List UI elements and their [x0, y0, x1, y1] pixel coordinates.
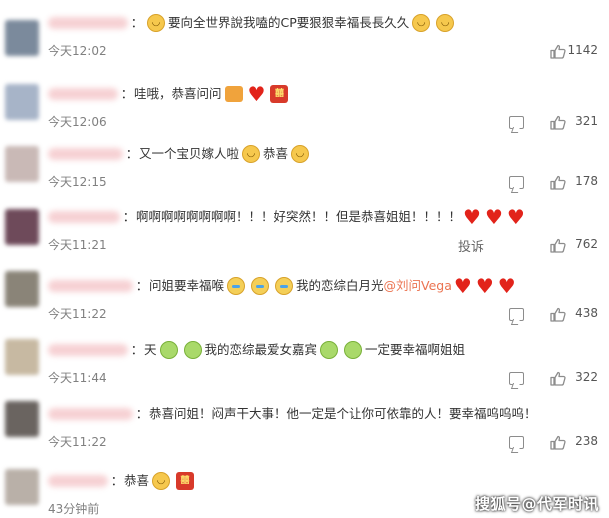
watermark: 搜狐号@代军时讯 — [474, 495, 599, 513]
comment-text: ：恭喜问姐！闷声干大事！他一定是个让你可依靠的人！要幸福呜呜呜！ — [135, 403, 537, 425]
crying-face-emoji-icon — [251, 277, 270, 295]
green-face-emoji-icon — [183, 341, 202, 359]
avatar[interactable] — [5, 469, 39, 505]
username-blurred[interactable] — [48, 408, 133, 420]
comment-text: ：啊啊啊啊啊啊啊啊！！！好突然！！但是恭喜姐姐！！！！ ♥ ♥ ♥ — [122, 206, 527, 228]
like-count: 762 — [575, 237, 598, 251]
comment-body: 啊啊啊啊啊啊啊啊！！！好突然！！但是恭喜姐姐！！！！ — [136, 209, 462, 224]
like-count: 238 — [575, 434, 598, 448]
comment-text: ：问姐要幸福喉 我的恋综白月光 @刘问Vega ♥ ♥ ♥ — [135, 275, 518, 297]
gift-emoji-icon — [224, 86, 243, 102]
avatar[interactable] — [5, 20, 39, 56]
comment-icon[interactable] — [509, 308, 524, 321]
timestamp: 今天12:02 — [48, 44, 107, 58]
comment-item: ：又一个宝贝嫁人啦 ◡ 恭喜 ◡ 今天12:15 178 — [0, 138, 609, 198]
smiley-emoji-icon: ◡ — [412, 14, 431, 32]
avatar[interactable] — [5, 401, 39, 437]
avatar[interactable] — [5, 146, 39, 182]
green-face-emoji-icon — [344, 341, 363, 359]
timestamp: 今天11:22 — [48, 435, 107, 449]
timestamp: 今天11:21 — [48, 238, 107, 252]
like-count: 322 — [575, 370, 598, 384]
comment-item: ：啊啊啊啊啊啊啊啊！！！好突然！！但是恭喜姐姐！！！！ ♥ ♥ ♥ 今天11:21 投诉 7… — [0, 201, 609, 261]
username-blurred[interactable] — [48, 88, 118, 100]
mention-link: @刘问Vega — [383, 278, 452, 293]
smiley-emoji-icon: ◡ — [152, 472, 171, 490]
avatar[interactable] — [5, 209, 39, 245]
colon-separator: ： — [110, 473, 124, 488]
comment-body-continued: 恭喜 — [263, 146, 289, 161]
comment-item: ：哇哦，恭喜问问 ♥ 囍今天12:06 321 — [0, 76, 609, 136]
username-blurred[interactable] — [48, 148, 123, 160]
smiley-emoji-icon: ◡ — [147, 14, 165, 32]
comment-body: 天 — [144, 342, 157, 357]
crying-face-emoji-icon — [275, 277, 294, 295]
comment-icon[interactable] — [509, 176, 524, 189]
smiley-emoji-icon: ◡ — [291, 145, 310, 163]
username-blurred[interactable] — [48, 211, 120, 223]
colon-separator: ： — [130, 15, 144, 30]
comment-body-continued: 我的恋综白月光 — [296, 278, 384, 293]
smiley-emoji-icon: ◡ — [436, 14, 455, 32]
comment-body: 又一个宝贝嫁人啦 — [139, 146, 240, 161]
comment-body-continued: 我的恋综最爱女嘉宾 — [204, 342, 318, 357]
comment-text: ：哇哦，恭喜问问 ♥ 囍 — [120, 83, 291, 105]
colon-separator: ： — [125, 146, 139, 161]
colon-separator: ： — [122, 209, 136, 224]
colon-separator: ： — [135, 406, 149, 421]
comment-text: ：又一个宝贝嫁人啦 ◡ 恭喜 ◡ — [125, 143, 312, 165]
green-face-emoji-icon — [320, 341, 339, 359]
username-blurred[interactable] — [48, 17, 128, 29]
colon-separator: ： — [120, 86, 134, 101]
heart-emoji-icon: ♥ — [463, 205, 481, 229]
like-count: 178 — [575, 174, 598, 188]
colon-separator: ： — [130, 342, 144, 357]
timestamp: 今天11:22 — [48, 307, 107, 321]
comment-icon[interactable] — [509, 116, 524, 129]
comment-body: 恭喜 — [124, 473, 150, 488]
comment-body: 哇哦，恭喜问问 — [134, 86, 222, 101]
timestamp: 今天12:15 — [48, 175, 107, 189]
heart-emoji-icon: ♥ — [475, 274, 494, 298]
colon-separator: ： — [135, 278, 149, 293]
avatar[interactable] — [5, 339, 39, 375]
timestamp: 今天11:44 — [48, 371, 107, 385]
avatar[interactable] — [5, 84, 39, 120]
comment-body: 恭喜问姐！闷声干大事！他一定是个让你可依靠的人！要幸福呜呜呜！ — [149, 406, 537, 421]
comment-icon[interactable] — [509, 436, 524, 449]
username-blurred[interactable] — [48, 280, 133, 292]
crying-face-emoji-icon — [227, 277, 246, 295]
red-packet-emoji-icon: 囍 — [176, 472, 195, 490]
comment-text: ：恭喜 ◡ 囍 — [110, 470, 197, 492]
timestamp: 43分钟前 — [48, 502, 100, 516]
comment-text: ： ◡ 要向全世界說我嗑的CP要狠狠幸福長長久久 ◡ ◡ — [130, 12, 457, 34]
report-link[interactable]: 投诉 — [458, 236, 484, 255]
comment-icon[interactable] — [509, 372, 524, 385]
smiley-emoji-icon: ◡ — [242, 145, 261, 163]
username-blurred[interactable] — [48, 475, 108, 487]
username-blurred[interactable] — [48, 344, 128, 356]
comment-list: ： ◡ 要向全世界說我嗑的CP要狠狠幸福長長久久 ◡ ◡ 今天12:02 1142：哇哦，恭… — [0, 0, 609, 518]
like-count: 438 — [575, 306, 598, 320]
comment-item: ：恭喜问姐！闷声干大事！他一定是个让你可依靠的人！要幸福呜呜呜！ 今天11:22 2… — [0, 393, 609, 453]
heart-emoji-icon: ♥ — [497, 274, 516, 298]
heart-emoji-icon: ♥ — [484, 205, 503, 229]
heart-emoji-icon: ♥ — [247, 82, 266, 106]
avatar[interactable] — [5, 271, 39, 307]
red-packet-emoji-icon: 囍 — [270, 85, 289, 103]
heart-emoji-icon: ♥ — [453, 274, 472, 298]
like-count: 1142 — [567, 43, 598, 57]
green-face-emoji-icon — [159, 341, 178, 359]
timestamp: 今天12:06 — [48, 115, 107, 129]
comment-item: ：天 我的恋综最爱女嘉宾 一定要幸福啊姐姐今天11:44 322 — [0, 331, 609, 391]
comment-body-end: 一定要幸福啊姐姐 — [365, 342, 466, 357]
heart-emoji-icon: ♥ — [506, 205, 525, 229]
like-count: 321 — [575, 114, 598, 128]
comment-body: 要向全世界說我嗑的CP要狠狠幸福長長久久 — [168, 15, 410, 30]
comment-body: 问姐要幸福喉 — [149, 278, 225, 293]
comment-item: ：问姐要幸福喉 我的恋综白月光 @刘问Vega ♥ ♥ ♥ 今天11:22 438 — [0, 263, 609, 323]
comment-item: ： ◡ 要向全世界說我嗑的CP要狠狠幸福長長久久 ◡ ◡ 今天12:02 1142 — [0, 12, 609, 72]
comment-text: ：天 我的恋综最爱女嘉宾 一定要幸福啊姐姐 — [130, 339, 465, 361]
